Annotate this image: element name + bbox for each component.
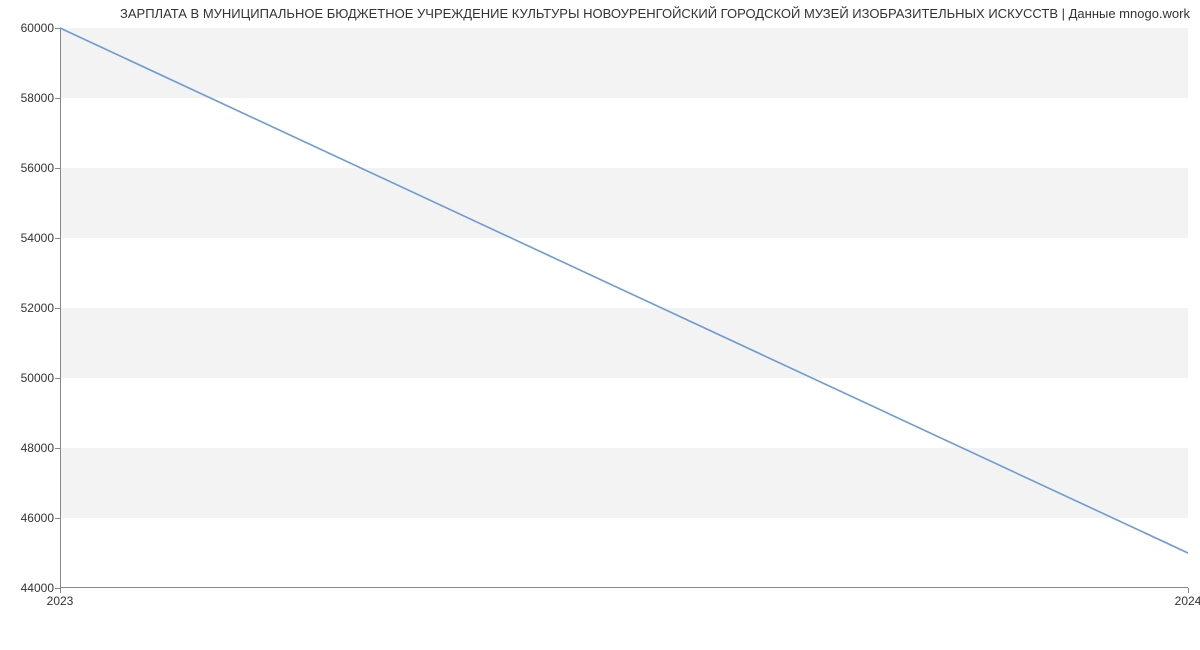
y-tick — [55, 518, 60, 519]
data-line — [60, 28, 1188, 553]
y-tick-label: 56000 — [21, 161, 54, 175]
y-tick — [55, 28, 60, 29]
y-tick — [55, 98, 60, 99]
y-tick-label: 46000 — [21, 511, 54, 525]
x-tick — [1188, 588, 1189, 593]
y-tick — [55, 238, 60, 239]
y-tick-label: 58000 — [21, 91, 54, 105]
y-tick-label: 50000 — [21, 371, 54, 385]
y-tick — [55, 448, 60, 449]
y-tick-label: 54000 — [21, 231, 54, 245]
y-tick — [55, 168, 60, 169]
x-tick-label: 2023 — [47, 594, 74, 608]
x-tick — [60, 588, 61, 593]
y-tick-label: 44000 — [21, 581, 54, 595]
y-tick-label: 48000 — [21, 441, 54, 455]
line-layer — [60, 28, 1188, 588]
chart-title: ЗАРПЛАТА В МУНИЦИПАЛЬНОЕ БЮДЖЕТНОЕ УЧРЕЖ… — [120, 6, 1190, 21]
y-tick-label: 60000 — [21, 21, 54, 35]
y-tick — [55, 378, 60, 379]
y-tick-label: 52000 — [21, 301, 54, 315]
plot-area — [60, 28, 1188, 588]
x-tick-label: 2024 — [1175, 594, 1200, 608]
y-tick — [55, 308, 60, 309]
